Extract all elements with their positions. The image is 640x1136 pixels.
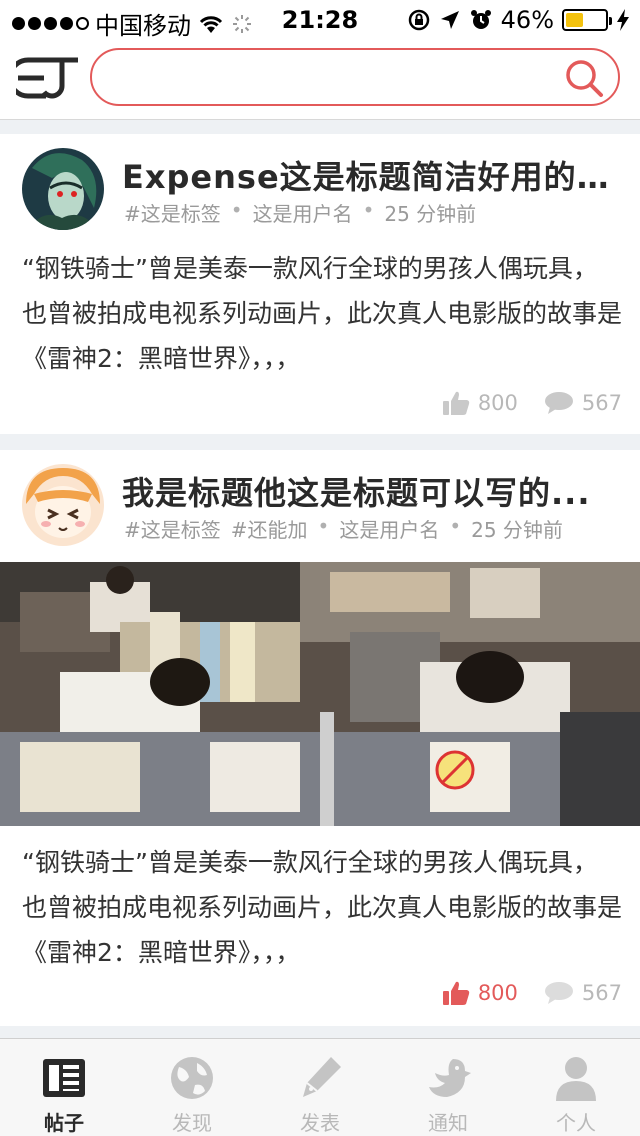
post-card[interactable]: Expense这是标题简洁好用的... #这是标签 • 这是用户名 • 25 分… (0, 134, 640, 434)
tab-posts[interactable]: 帖子 (0, 1039, 128, 1136)
comment-icon (544, 392, 573, 414)
post-author[interactable]: 这是用户名 (253, 198, 353, 227)
meta-separator: • (362, 198, 375, 222)
post-tag[interactable]: #这是标签 (124, 514, 221, 543)
like-count: 800 (477, 981, 518, 1005)
tab-publish[interactable]: 发表 (256, 1039, 384, 1136)
newspaper-icon (43, 1059, 85, 1097)
location-icon (440, 11, 459, 29)
tab-bar: 帖子 发现 发表 通知 个人 (0, 1038, 640, 1136)
comment-button[interactable]: 567 (544, 391, 622, 415)
post-body[interactable]: “钢铁骑士”曾是美泰一款风行全球的男孩人偶玩具，也曾被拍成电视系列动画片，此次真… (22, 246, 622, 381)
avatar[interactable] (22, 464, 104, 546)
person-icon (556, 1057, 596, 1101)
post-tag[interactable]: #还能加 (231, 514, 308, 543)
orientation-lock-icon (408, 9, 429, 31)
post-tag[interactable]: #这是标签 (124, 198, 221, 227)
like-count: 800 (477, 391, 518, 415)
battery-percent: 46% (500, 6, 554, 34)
comment-count: 567 (581, 981, 622, 1005)
avatar[interactable] (22, 148, 104, 230)
status-right: 46% (407, 6, 630, 34)
comment-button[interactable]: 567 (544, 981, 622, 1005)
post-meta: #这是标签 • 这是用户名 • 25 分钟前 (124, 198, 476, 227)
post-title[interactable]: Expense这是标题简洁好用的... (122, 152, 612, 198)
post-body[interactable]: “钢铁骑士”曾是美泰一款风行全球的男孩人偶玩具，也曾被拍成电视系列动画片，此次真… (22, 840, 622, 975)
post-stats: 800 567 (442, 390, 622, 416)
search-icon[interactable] (564, 58, 604, 98)
tab-notifications[interactable]: 通知 (384, 1039, 512, 1136)
search-input[interactable] (112, 60, 552, 94)
globe-icon (171, 1057, 213, 1099)
meta-separator: • (230, 198, 243, 222)
alarm-icon (470, 10, 491, 29)
meta-separator: • (317, 514, 330, 538)
battery-icon (562, 9, 612, 31)
post-image[interactable] (0, 562, 640, 826)
thumbs-up-icon (442, 981, 470, 1005)
thumbs-up-icon (442, 391, 470, 415)
like-button[interactable]: 800 (442, 980, 518, 1006)
tab-label: 个人 (556, 1111, 596, 1135)
tab-profile[interactable]: 个人 (512, 1039, 640, 1136)
app-header (0, 40, 640, 120)
tab-discover[interactable]: 发现 (128, 1039, 256, 1136)
bird-icon (429, 1059, 471, 1097)
tab-label: 帖子 (44, 1111, 84, 1135)
post-author[interactable]: 这是用户名 (339, 514, 439, 543)
comment-icon (544, 982, 573, 1004)
tab-label: 通知 (428, 1111, 468, 1135)
tab-label: 发现 (172, 1111, 212, 1135)
status-bar: 中国移动 21:28 46% (0, 0, 640, 40)
post-time: 25 分钟前 (471, 518, 563, 542)
post-meta: #这是标签 #还能加 • 这是用户名 • 25 分钟前 (124, 514, 563, 543)
post-time: 25 分钟前 (384, 202, 477, 226)
search-bar[interactable] (90, 48, 620, 106)
app-logo-icon[interactable] (16, 52, 80, 104)
post-title[interactable]: 我是标题他这是标题可以写的... (122, 468, 612, 514)
comment-count: 567 (581, 391, 622, 415)
pen-icon (303, 1057, 341, 1097)
charging-bolt-icon (617, 9, 629, 31)
post-stats: 800 567 (442, 980, 622, 1006)
meta-separator: • (449, 514, 462, 538)
like-button[interactable]: 800 (442, 390, 518, 416)
tab-label: 发表 (300, 1111, 340, 1135)
